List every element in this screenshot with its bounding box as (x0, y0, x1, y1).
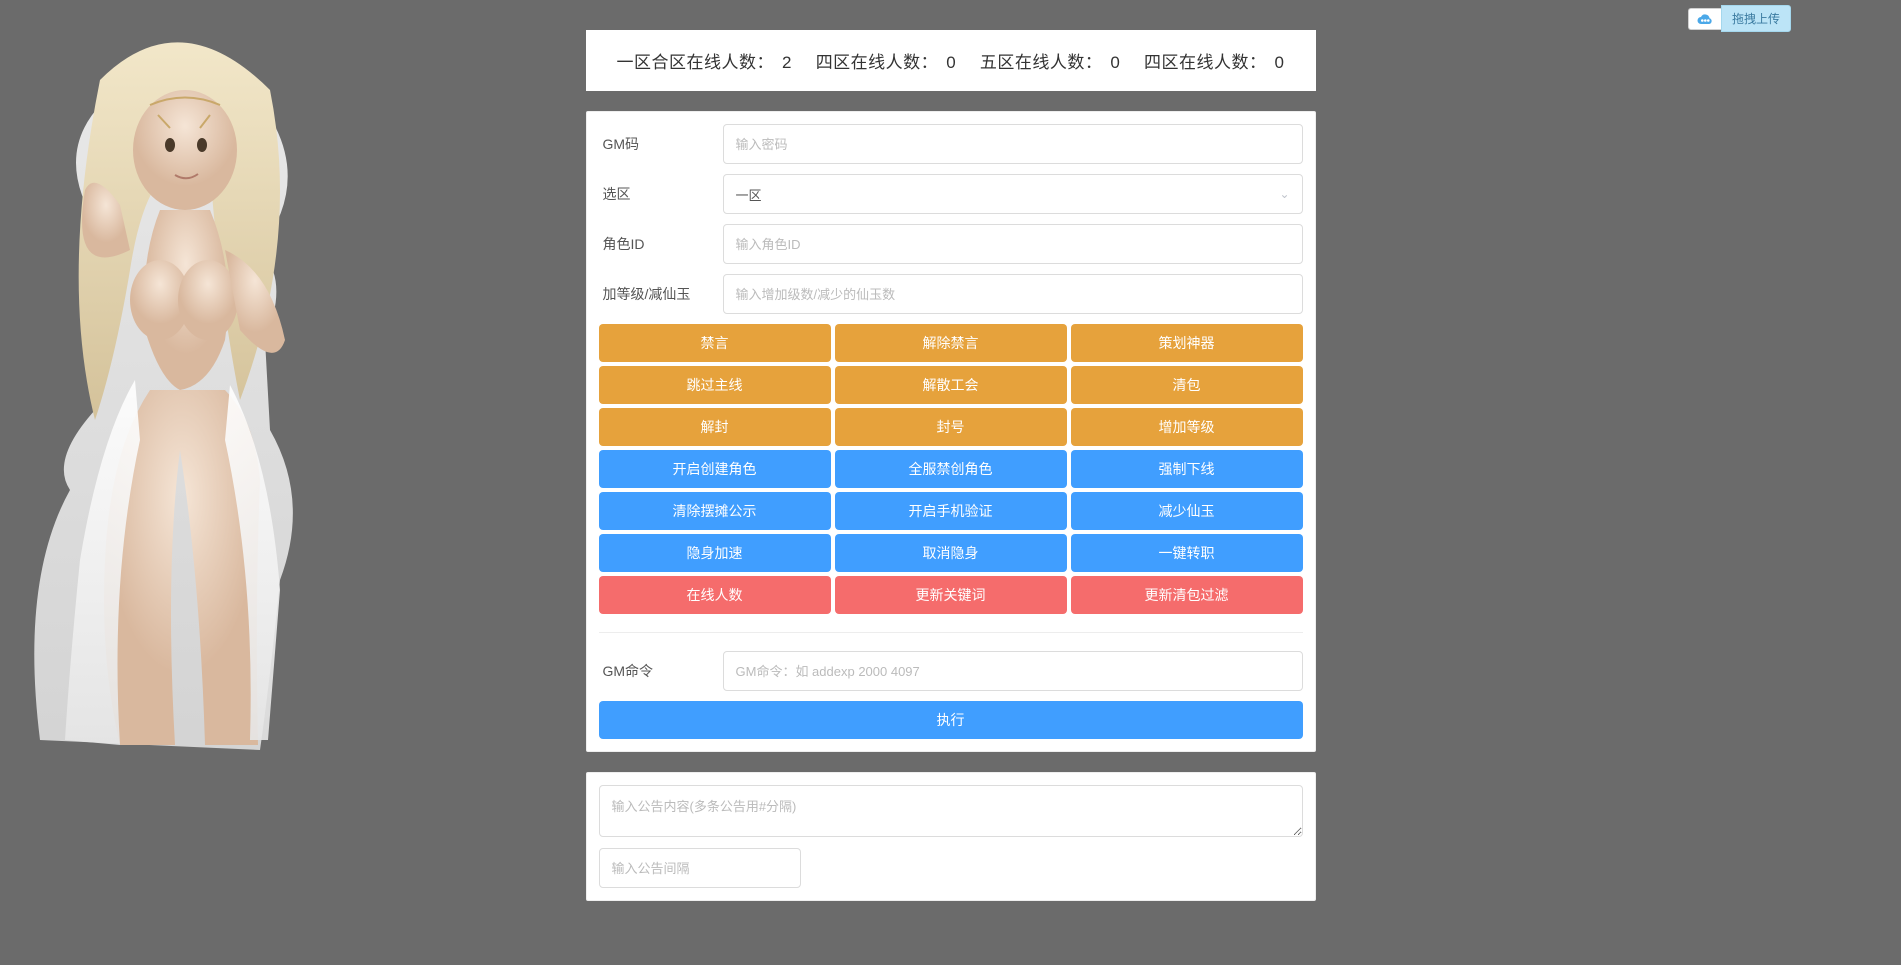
character-illustration (10, 20, 350, 760)
enable-phone-verify-button[interactable]: 开启手机验证 (835, 492, 1067, 530)
zone4b-value: 0 (1274, 53, 1284, 72)
gm-command-label: GM命令 (599, 661, 723, 681)
force-offline-button[interactable]: 强制下线 (1071, 450, 1303, 488)
disable-create-char-button[interactable]: 全服禁创角色 (835, 450, 1067, 488)
zone1-value: 2 (782, 53, 792, 72)
announcement-panel (586, 772, 1316, 901)
online-stats-bar: 一区合区在线人数： 2 四区在线人数： 0 五区在线人数： 0 四区在线人数： 0 (586, 30, 1316, 91)
zone-select-label: 选区 (599, 184, 723, 204)
unban-button[interactable]: 解封 (599, 408, 831, 446)
add-level-button[interactable]: 增加等级 (1071, 408, 1303, 446)
char-id-input[interactable] (723, 224, 1303, 264)
invisible-speed-button[interactable]: 隐身加速 (599, 534, 831, 572)
online-count-button[interactable]: 在线人数 (599, 576, 831, 614)
cloud-upload-icon (1688, 8, 1721, 30)
gm-control-panel: GM码 选区 一区 ⌄ 角色ID 加等级/减仙玉 禁言 解除禁言 策划神器 (586, 111, 1316, 752)
zone-select[interactable]: 一区 ⌄ (723, 174, 1303, 214)
unmute-button[interactable]: 解除禁言 (835, 324, 1067, 362)
update-clearbag-filter-button[interactable]: 更新清包过滤 (1071, 576, 1303, 614)
zone4a-value: 0 (946, 53, 956, 72)
announcement-interval-input[interactable] (599, 848, 801, 888)
enable-create-char-button[interactable]: 开启创建角色 (599, 450, 831, 488)
zone1-label: 一区合区在线人数： (617, 53, 775, 72)
level-yu-label: 加等级/减仙玉 (599, 284, 723, 304)
main-container: 一区合区在线人数： 2 四区在线人数： 0 五区在线人数： 0 四区在线人数： 0 GM… (586, 0, 1316, 901)
disband-guild-button[interactable]: 解散工会 (835, 366, 1067, 404)
reduce-yu-button[interactable]: 减少仙玉 (1071, 492, 1303, 530)
clear-bag-button[interactable]: 清包 (1071, 366, 1303, 404)
zone-select-value: 一区 (736, 185, 762, 204)
designer-tool-button[interactable]: 策划神器 (1071, 324, 1303, 362)
divider (599, 632, 1303, 633)
execute-button[interactable]: 执行 (599, 701, 1303, 739)
change-job-button[interactable]: 一键转职 (1071, 534, 1303, 572)
zone5-label: 五区在线人数： (980, 53, 1103, 72)
update-keywords-button[interactable]: 更新关键词 (835, 576, 1067, 614)
gm-code-input[interactable] (723, 124, 1303, 164)
cancel-invisible-button[interactable]: 取消隐身 (835, 534, 1067, 572)
clear-stall-notice-button[interactable]: 清除摆摊公示 (599, 492, 831, 530)
chevron-down-icon: ⌄ (1279, 187, 1289, 201)
gm-code-label: GM码 (599, 134, 723, 154)
ban-button[interactable]: 封号 (835, 408, 1067, 446)
zone5-value: 0 (1110, 53, 1120, 72)
skip-main-button[interactable]: 跳过主线 (599, 366, 831, 404)
zone4b-label: 四区在线人数： (1144, 53, 1267, 72)
gm-command-input[interactable] (723, 651, 1303, 691)
announcement-content-input[interactable] (599, 785, 1303, 837)
mute-button[interactable]: 禁言 (599, 324, 831, 362)
level-yu-input[interactable] (723, 274, 1303, 314)
upload-widget: 拖拽上传 (1688, 5, 1791, 32)
drag-upload-button[interactable]: 拖拽上传 (1721, 5, 1791, 32)
zone4a-label: 四区在线人数： (816, 53, 939, 72)
char-id-label: 角色ID (599, 234, 723, 254)
